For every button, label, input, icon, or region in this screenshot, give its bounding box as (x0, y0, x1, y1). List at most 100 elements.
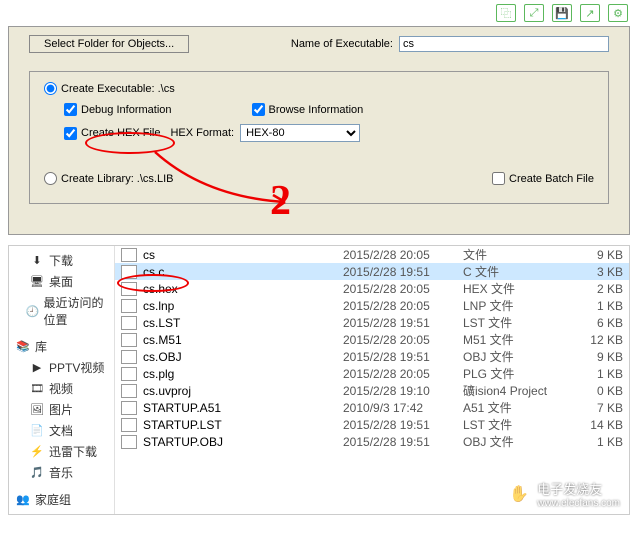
file-date: 2015/2/28 19:51 (343, 418, 463, 432)
debug-information-label: Debug Information (81, 104, 172, 116)
file-name: STARTUP.LST (143, 418, 343, 432)
watermark-icon: ✋ (505, 480, 533, 508)
file-name: STARTUP.A51 (143, 401, 343, 415)
create-batch-file-label: Create Batch File (509, 173, 594, 185)
nav-pictures[interactable]: 🖼图片 (9, 399, 114, 420)
file-name: cs (143, 248, 343, 262)
file-type: OBJ 文件 (463, 348, 573, 365)
create-hex-file-checkbox[interactable] (64, 127, 77, 140)
navigation-pane: ⬇下载 🖥桌面 🕘最近访问的位置 📚库 ▶PPTV视频 🎞视频 🖼图片 📄文档 … (9, 246, 115, 514)
file-icon (121, 435, 137, 449)
nav-pptv[interactable]: ▶PPTV视频 (9, 357, 114, 378)
nav-documents[interactable]: 📄文档 (9, 420, 114, 441)
select-folder-button[interactable]: Select Folder for Objects... (29, 35, 189, 53)
file-row[interactable]: cs.hex2015/2/28 20:05HEX 文件2 KB (115, 280, 629, 297)
file-icon (121, 401, 137, 415)
file-row[interactable]: cs.plg2015/2/28 20:05PLG 文件1 KB (115, 365, 629, 382)
create-batch-file-checkbox[interactable] (492, 172, 505, 185)
nav-thunder[interactable]: ⚡迅雷下载 (9, 441, 114, 462)
file-row[interactable]: cs.OBJ2015/2/28 19:51OBJ 文件9 KB (115, 348, 629, 365)
file-type: LST 文件 (463, 416, 573, 433)
watermark: ✋ 电子发烧友 www.elecfans.com (505, 479, 620, 509)
create-library-radio[interactable] (44, 172, 57, 185)
file-date: 2010/9/3 17:42 (343, 401, 463, 415)
watermark-site: www.elecfans.com (537, 498, 620, 509)
file-size: 1 KB (573, 299, 623, 313)
gear-icon[interactable]: ⚙ (608, 4, 628, 22)
file-date: 2015/2/28 20:05 (343, 299, 463, 313)
file-icon (121, 316, 137, 330)
share-icon[interactable]: ↗ (580, 4, 600, 22)
file-date: 2015/2/28 19:10 (343, 384, 463, 398)
file-size: 1 KB (573, 367, 623, 381)
file-row[interactable]: STARTUP.A512010/9/3 17:42A51 文件7 KB (115, 399, 629, 416)
file-size: 12 KB (573, 333, 623, 347)
file-icon (121, 282, 137, 296)
music-icon: 🎵 (29, 466, 45, 480)
file-row[interactable]: cs.c2015/2/28 19:51C 文件3 KB (115, 263, 629, 280)
recent-icon: 🕘 (26, 304, 40, 318)
output-options-group: Create Executable: .\cs Debug Informatio… (29, 71, 609, 204)
file-type: OBJ 文件 (463, 433, 573, 450)
browse-information-checkbox[interactable] (252, 103, 265, 116)
file-date: 2015/2/28 20:05 (343, 333, 463, 347)
file-name: cs.OBJ (143, 350, 343, 364)
nav-desktop[interactable]: 🖥桌面 (9, 271, 114, 292)
copy-icon[interactable]: ⿻ (496, 4, 516, 22)
output-options-dialog: Select Folder for Objects... Name of Exe… (8, 26, 630, 235)
file-icon (121, 418, 137, 432)
file-row[interactable]: cs.lnp2015/2/28 20:05LNP 文件1 KB (115, 297, 629, 314)
nav-homegroup[interactable]: 👥家庭组 (9, 489, 114, 510)
create-executable-label: Create Executable: .\cs (61, 83, 175, 95)
hex-format-label: HEX Format: (170, 127, 234, 139)
file-size: 9 KB (573, 248, 623, 262)
file-name: cs.lnp (143, 299, 343, 313)
documents-icon: 📄 (29, 424, 45, 438)
file-row[interactable]: cs2015/2/28 20:05文件9 KB (115, 246, 629, 263)
browse-information-label: Browse Information (269, 104, 364, 116)
file-type: LNP 文件 (463, 297, 573, 314)
file-name: cs.hex (143, 282, 343, 296)
file-size: 7 KB (573, 401, 623, 415)
file-name: cs.LST (143, 316, 343, 330)
save-icon[interactable]: 💾 (552, 4, 572, 22)
watermark-text: 电子发烧友 (537, 479, 620, 498)
file-name: cs.c (143, 265, 343, 279)
expand-icon[interactable]: ⤢ (524, 4, 544, 22)
file-icon (121, 248, 137, 262)
file-icon (121, 333, 137, 347)
file-name: cs.M51 (143, 333, 343, 347)
nav-recent[interactable]: 🕘最近访问的位置 (9, 292, 114, 330)
create-hex-file-label: Create HEX File (81, 127, 160, 139)
file-date: 2015/2/28 20:05 (343, 367, 463, 381)
nav-libraries[interactable]: 📚库 (9, 336, 114, 357)
nav-videos[interactable]: 🎞视频 (9, 378, 114, 399)
create-executable-radio[interactable] (44, 82, 57, 95)
file-explorer: ⬇下载 🖥桌面 🕘最近访问的位置 📚库 ▶PPTV视频 🎞视频 🖼图片 📄文档 … (8, 245, 630, 515)
hex-format-select[interactable]: HEX-80 (240, 124, 360, 142)
file-size: 0 KB (573, 384, 623, 398)
file-date: 2015/2/28 19:51 (343, 316, 463, 330)
file-name: STARTUP.OBJ (143, 435, 343, 449)
file-row[interactable]: cs.M512015/2/28 20:05M51 文件12 KB (115, 331, 629, 348)
file-size: 6 KB (573, 316, 623, 330)
nav-music[interactable]: 🎵音乐 (9, 462, 114, 483)
file-date: 2015/2/28 19:51 (343, 435, 463, 449)
file-icon (121, 299, 137, 313)
file-date: 2015/2/28 19:51 (343, 265, 463, 279)
create-library-label: Create Library: .\cs.LIB (61, 173, 174, 185)
file-row[interactable]: STARTUP.OBJ2015/2/28 19:51OBJ 文件1 KB (115, 433, 629, 450)
file-name: cs.plg (143, 367, 343, 381)
file-type: LST 文件 (463, 314, 573, 331)
file-row[interactable]: cs.LST2015/2/28 19:51LST 文件6 KB (115, 314, 629, 331)
name-of-executable-input[interactable] (399, 36, 609, 52)
file-type: C 文件 (463, 263, 573, 280)
file-type: PLG 文件 (463, 365, 573, 382)
file-row[interactable]: cs.uvproj2015/2/28 19:10礦ision4 Project0… (115, 382, 629, 399)
debug-information-checkbox[interactable] (64, 103, 77, 116)
file-type: 礦ision4 Project (463, 382, 573, 399)
nav-downloads[interactable]: ⬇下载 (9, 250, 114, 271)
file-icon (121, 350, 137, 364)
file-icon (121, 367, 137, 381)
file-row[interactable]: STARTUP.LST2015/2/28 19:51LST 文件14 KB (115, 416, 629, 433)
